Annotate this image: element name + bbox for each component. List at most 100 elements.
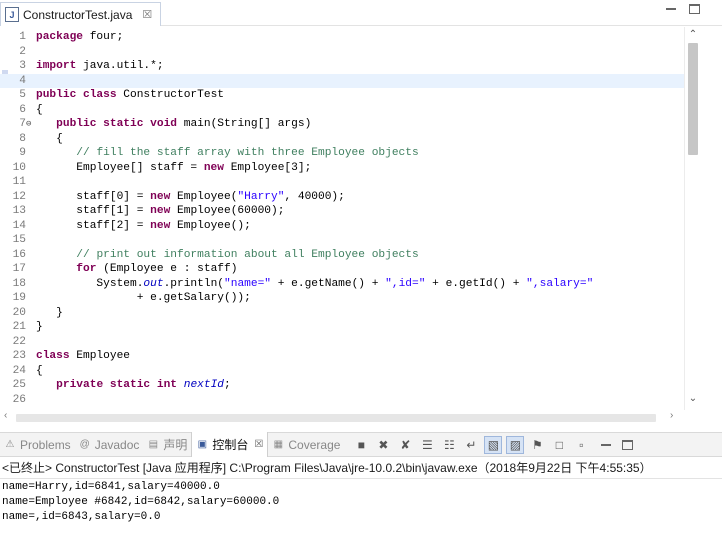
- console-output-line: name=,id=6843,salary=0.0: [2, 511, 161, 523]
- code-text: {: [36, 103, 43, 118]
- console-output[interactable]: name=Harry,id=6841,salary=40000.0 name=Em…: [0, 478, 722, 556]
- line-number: 11: [12, 176, 26, 188]
- vertical-scrollbar[interactable]: ⌃ ⌄: [684, 27, 700, 410]
- line-number: 5: [19, 89, 26, 101]
- code-line[interactable]: 6{: [0, 103, 684, 118]
- pin-console-icon[interactable]: ⚑: [528, 436, 546, 454]
- horizontal-scroll-thumb[interactable]: [16, 414, 656, 422]
- editor-window-controls: [665, 3, 700, 15]
- view-tab[interactable]: @ Javadoc: [75, 433, 144, 457]
- scroll-lock-icon[interactable]: ☷: [440, 436, 458, 454]
- console-maximize-icon[interactable]: [622, 440, 634, 450]
- fold-toggle-icon[interactable]: ⊖: [26, 117, 31, 132]
- word-wrap-icon[interactable]: ↵: [462, 436, 480, 454]
- code-token: "name=": [224, 277, 272, 290]
- vertical-scroll-thumb[interactable]: [688, 43, 698, 155]
- code-line[interactable]: 8 {: [0, 132, 684, 147]
- code-token: }: [36, 321, 43, 333]
- code-line[interactable]: 19 + e.getSalary());: [0, 291, 684, 306]
- code-line[interactable]: 16 // print out information about all Em…: [0, 248, 684, 263]
- scroll-up-icon[interactable]: ⌃: [685, 29, 701, 40]
- clear-console-icon[interactable]: ☰: [418, 436, 436, 454]
- console-minimize-icon[interactable]: [600, 439, 612, 451]
- display-console-icon[interactable]: □: [550, 436, 568, 454]
- maximize-icon[interactable]: [689, 4, 700, 14]
- code-line[interactable]: 11: [0, 175, 684, 190]
- code-text: // print out information about all Emplo…: [36, 248, 419, 263]
- show-on-stderr-icon[interactable]: ▨: [506, 435, 525, 454]
- code-line[interactable]: 24 {: [0, 364, 684, 379]
- code-line[interactable]: 23 class Employee: [0, 349, 684, 364]
- code-token: out: [143, 277, 164, 290]
- code-line[interactable]: 5 public class ConstructorTest: [0, 88, 684, 103]
- code-line[interactable]: 21}: [0, 320, 684, 335]
- view-tab[interactable]: ▦ Coverage: [268, 433, 344, 457]
- view-tab[interactable]: ▤ 声明: [143, 433, 191, 457]
- remove-all-terminated-icon[interactable]: ✘: [396, 436, 414, 454]
- remove-launch-icon[interactable]: ✖: [374, 436, 392, 454]
- code-token: {: [36, 364, 43, 377]
- code-text: for (Employee e : staff): [36, 262, 237, 277]
- editor-tab-label: ConstructorTest.java: [23, 7, 133, 22]
- code-token: private static int: [56, 379, 178, 391]
- console-output-line: name=Harry,id=6841,salary=40000.0: [2, 481, 220, 493]
- code-token: class: [36, 350, 70, 362]
- scroll-left-icon[interactable]: ‹: [4, 410, 7, 421]
- code-text: Employee[] staff = new Employee[3];: [36, 161, 311, 176]
- code-line[interactable]: 22: [0, 335, 684, 350]
- close-tab-icon[interactable]: ☒: [142, 8, 152, 21]
- minimize-icon[interactable]: [665, 3, 677, 15]
- view-tab-label: Problems: [20, 437, 71, 452]
- view-tab-label: Coverage: [288, 437, 341, 452]
- editor-tab-constructortest[interactable]: J ConstructorTest.java ☒: [0, 2, 162, 26]
- code-token: // fill the staff array with three Emplo…: [76, 147, 419, 159]
- console-icon: ▣: [197, 439, 208, 450]
- stop-icon[interactable]: ■: [352, 436, 370, 454]
- code-line[interactable]: 2: [0, 45, 684, 60]
- code-token: {: [36, 103, 43, 116]
- code-token: public class: [36, 89, 117, 101]
- code-text: staff[0] = new Employee("Harry", 40000);: [36, 190, 345, 205]
- code-line[interactable]: 12 staff[0] = new Employee("Harry", 4000…: [0, 190, 684, 205]
- code-line[interactable]: 15: [0, 233, 684, 248]
- code-line[interactable]: 14 staff[2] = new Employee();: [0, 219, 684, 234]
- line-number: 26: [12, 393, 26, 406]
- code-editor[interactable]: 1 package four; 2 3 import java.util.*; 4 5 pub…: [0, 27, 700, 424]
- line-number: 22: [12, 335, 26, 348]
- code-token: Employee: [69, 350, 131, 362]
- code-line[interactable]: 17 for (Employee e : staff): [0, 262, 684, 277]
- code-line[interactable]: 18 System.out.println("name=" + e.getNam…: [0, 277, 684, 292]
- code-text: + e.getSalary());: [36, 291, 251, 306]
- code-line[interactable]: 9 // fill the staff array with three Emp…: [0, 146, 684, 161]
- code-line[interactable]: 10 Employee[] staff = new Employee[3];: [0, 161, 684, 176]
- code-token: , 40000);: [284, 190, 345, 203]
- close-view-icon[interactable]: ☒: [254, 439, 263, 450]
- code-line[interactable]: 25 private static int nextId;: [0, 378, 684, 393]
- line-number: 16: [12, 248, 26, 261]
- code-token: import: [36, 60, 77, 72]
- code-text: import java.util.*;: [36, 59, 164, 74]
- line-number: 21: [12, 321, 26, 333]
- code-token: {: [36, 132, 63, 145]
- code-line[interactable]: 3 import java.util.*;: [0, 59, 684, 74]
- code-token: // print out information about all Emplo…: [76, 248, 419, 261]
- scroll-right-icon[interactable]: ›: [670, 410, 673, 421]
- view-tab[interactable]: ▣ 控制台 ☒: [191, 432, 269, 457]
- horizontal-scrollbar[interactable]: ‹ ›: [0, 410, 684, 424]
- code-token: "Harry": [237, 190, 285, 203]
- code-line[interactable]: 1 package four;: [0, 30, 684, 45]
- code-line[interactable]: 20 }: [0, 306, 684, 321]
- code-line[interactable]: 4: [0, 73, 684, 88]
- code-token: main(String[] args): [177, 118, 312, 130]
- code-token: four;: [83, 31, 124, 43]
- show-on-stdout-icon[interactable]: ▧: [484, 435, 503, 454]
- view-tab-label: 控制台: [212, 438, 249, 452]
- code-token: }: [36, 306, 63, 319]
- scroll-down-icon[interactable]: ⌄: [685, 393, 701, 404]
- open-console-icon[interactable]: ▫: [572, 436, 590, 454]
- code-line[interactable]: 26: [0, 393, 684, 408]
- code-line[interactable]: 13 staff[1] = new Employee(60000);: [0, 204, 684, 219]
- view-tab[interactable]: ⚠ Problems: [0, 433, 75, 457]
- code-line[interactable]: 7 ⊖ public static void main(String[] args…: [0, 117, 684, 132]
